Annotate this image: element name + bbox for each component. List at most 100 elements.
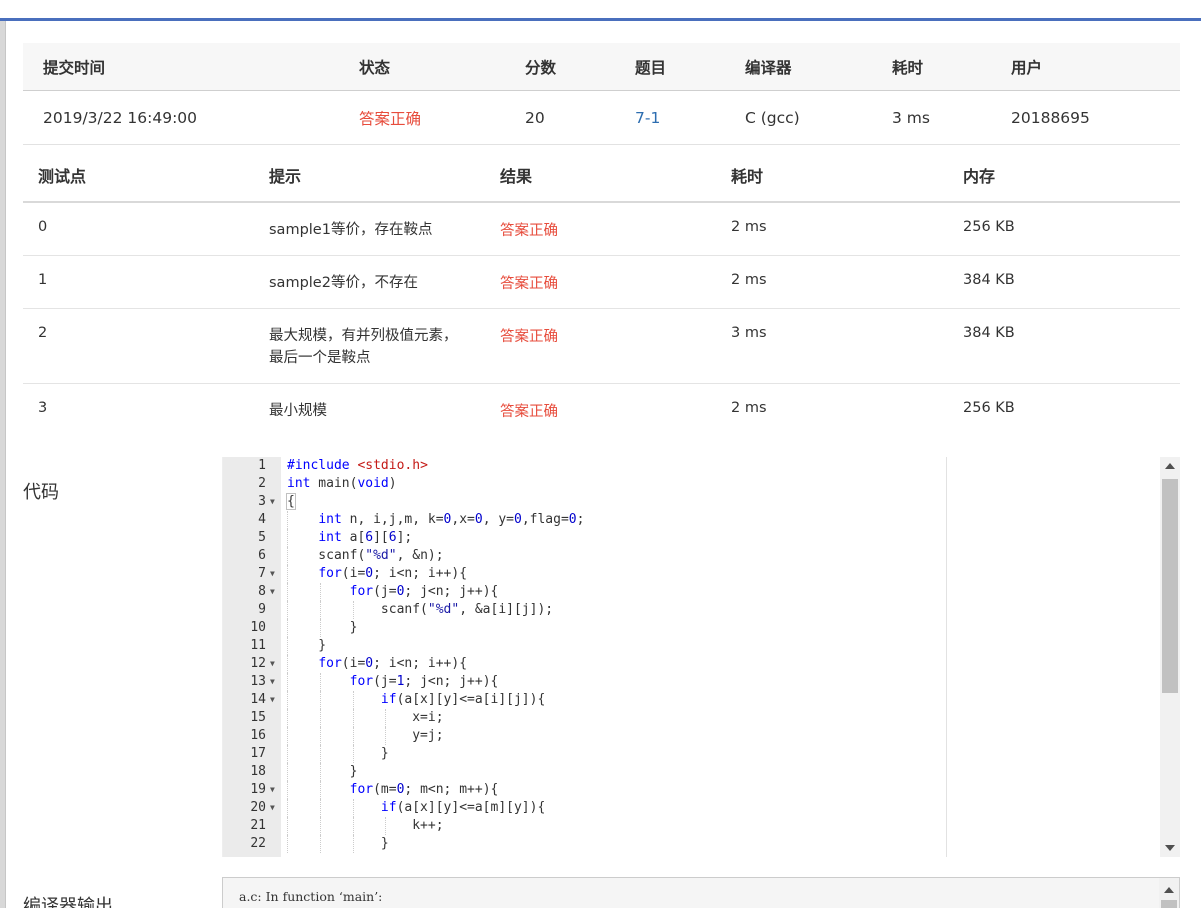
test-result: 答案正确 bbox=[500, 404, 558, 420]
table-row: 0 sample1等价，存在鞍点 答案正确 2 ms 256 KB bbox=[23, 203, 1180, 256]
code-line: 2 int main(void) bbox=[223, 475, 1163, 493]
compiler-output-box[interactable]: a.c: In function ‘main’: bbox=[222, 877, 1180, 908]
code-text: if(a[x][y]<=a[i][j]){ bbox=[380, 692, 546, 707]
fold-arrow-icon[interactable]: ▼ bbox=[270, 673, 275, 691]
compiler-output-label: 编译器输出 bbox=[23, 896, 113, 908]
fold-arrow-icon[interactable]: ▼ bbox=[270, 691, 275, 709]
indent-guide bbox=[319, 763, 321, 781]
fold-arrow-icon[interactable]: ▼ bbox=[270, 655, 275, 673]
code-line: 20 ▼ if(a[x][y]<=a[m][y]){ bbox=[223, 799, 1163, 817]
scroll-up-icon[interactable] bbox=[1164, 887, 1174, 893]
duration-value: 3 ms bbox=[892, 108, 930, 127]
editor-scrollbar[interactable] bbox=[1160, 457, 1180, 857]
fold-arrow-icon[interactable]: ▼ bbox=[270, 583, 275, 601]
code-line: 18 } bbox=[223, 763, 1163, 781]
compiler-value: C (gcc) bbox=[745, 108, 800, 127]
code-line: 8 ▼ for(j=0; j<n; j++){ bbox=[223, 583, 1163, 601]
code-text: } bbox=[287, 746, 389, 761]
indent-guide bbox=[319, 673, 321, 691]
code-text: int main(void) bbox=[287, 476, 397, 491]
line-number: 21 bbox=[250, 818, 266, 833]
indent-guide bbox=[385, 817, 387, 835]
code-line: 22 } bbox=[223, 835, 1163, 853]
test-cases-table: 测试点 提示 结果 耗时 内存 0 sample1等价，存在鞍点 答案正确 2 … bbox=[23, 148, 1180, 437]
code-line: 3 ▼ { bbox=[223, 493, 1163, 511]
code-text: { bbox=[286, 493, 296, 510]
user-value: 20188695 bbox=[1011, 108, 1090, 127]
fold-arrow-icon[interactable]: ▼ bbox=[270, 493, 275, 511]
indent-guide bbox=[287, 619, 288, 637]
code-section-label: 代码 bbox=[23, 482, 59, 503]
indent-guide bbox=[319, 745, 321, 763]
fold-arrow-icon[interactable]: ▼ bbox=[270, 781, 275, 799]
table-row: 3 最小规模 答案正确 2 ms 256 KB bbox=[23, 384, 1180, 437]
problem-link[interactable]: 7-1 bbox=[635, 91, 660, 144]
code-line: 14 ▼ if(a[x][y]<=a[i][j]){ bbox=[223, 691, 1163, 709]
indent-guide bbox=[287, 691, 288, 709]
indent-guide bbox=[287, 781, 288, 799]
indent-guide bbox=[287, 511, 288, 529]
code-line: 15 x=i; bbox=[223, 709, 1163, 727]
submission-table: 提交时间 状态 分数 题目 编译器 耗时 用户 2019/3/22 16:49:… bbox=[23, 43, 1180, 145]
line-number: 15 bbox=[250, 710, 266, 725]
indent-guide bbox=[319, 583, 321, 601]
col-submit-time: 提交时间 bbox=[43, 58, 106, 77]
fold-arrow-icon[interactable]: ▼ bbox=[270, 565, 275, 583]
code-line: 17 } bbox=[223, 745, 1163, 763]
col-test-time: 耗时 bbox=[731, 166, 764, 186]
indent-guide bbox=[287, 601, 288, 619]
code-line: 7 ▼ for(i=0; i<n; i++){ bbox=[223, 565, 1163, 583]
indent-guide bbox=[385, 709, 387, 727]
code-line: 19 ▼ for(m=0; m<n; m++){ bbox=[223, 781, 1163, 799]
code-text: for(j=0; j<n; j++){ bbox=[349, 584, 499, 599]
code-editor[interactable]: 1 #include <stdio.h> 2 int main(void) 3 ▼ {4 i… bbox=[222, 457, 1180, 857]
code-text: x=i; bbox=[287, 710, 444, 725]
scroll-down-icon[interactable] bbox=[1165, 845, 1175, 851]
code-text: for(i=0; i<n; i++){ bbox=[318, 566, 468, 581]
code-text: scanf("%d", &a[i][j]); bbox=[287, 602, 554, 617]
indent-guide bbox=[287, 637, 288, 655]
scroll-up-icon[interactable] bbox=[1165, 463, 1175, 469]
submit-time: 2019/3/22 16:49:00 bbox=[43, 108, 198, 127]
table-row: 1 sample2等价，不存在 答案正确 2 ms 384 KB bbox=[23, 256, 1180, 309]
line-number: 19 bbox=[250, 782, 266, 797]
scroll-thumb[interactable] bbox=[1161, 900, 1177, 908]
scroll-thumb[interactable] bbox=[1162, 479, 1178, 693]
code-line: 12 ▼ for(i=0; i<n; i++){ bbox=[223, 655, 1163, 673]
code-text: int a[6][6]; bbox=[318, 530, 413, 545]
indent-guide bbox=[287, 763, 288, 781]
line-number: 3 bbox=[258, 494, 266, 509]
indent-guide bbox=[352, 835, 354, 853]
code-text: for(m=0; m<n; m++){ bbox=[349, 782, 499, 797]
code-text: } bbox=[287, 638, 327, 653]
line-number: 18 bbox=[250, 764, 266, 779]
code-line: 9 scanf("%d", &a[i][j]); bbox=[223, 601, 1163, 619]
indent-guide bbox=[287, 709, 288, 727]
score-value: 20 bbox=[525, 108, 545, 127]
code-line: 6 scanf("%d", &n); bbox=[223, 547, 1163, 565]
code-text: int n, i,j,m, k=0,x=0, y=0,flag=0; bbox=[318, 512, 585, 527]
indent-guide bbox=[319, 691, 321, 709]
test-id: 3 bbox=[38, 400, 48, 416]
indent-guide bbox=[287, 817, 288, 835]
col-memory: 内存 bbox=[963, 166, 996, 186]
code-text: } bbox=[287, 836, 389, 851]
submission-row: 2019/3/22 16:49:00 答案正确 20 7-1 C (gcc) 3… bbox=[23, 91, 1180, 145]
indent-guide bbox=[319, 799, 321, 817]
fold-arrow-icon[interactable]: ▼ bbox=[270, 799, 275, 817]
code-text: for(i=0; i<n; i++){ bbox=[318, 656, 468, 671]
code-text: if(a[x][y]<=a[m][y]){ bbox=[380, 800, 546, 815]
line-number: 2 bbox=[258, 476, 266, 491]
indent-guide bbox=[352, 799, 354, 817]
code-line: 16 y=j; bbox=[223, 727, 1163, 745]
indent-guide bbox=[319, 835, 321, 853]
indent-guide bbox=[287, 727, 288, 745]
output-scrollbar[interactable] bbox=[1159, 878, 1179, 908]
code-line: 1 #include <stdio.h> bbox=[223, 457, 1163, 475]
test-memory: 256 KB bbox=[963, 400, 1015, 416]
col-duration: 耗时 bbox=[892, 58, 924, 77]
indent-guide bbox=[385, 727, 387, 745]
line-number: 16 bbox=[250, 728, 266, 743]
line-number: 7 bbox=[258, 566, 266, 581]
col-compiler: 编译器 bbox=[745, 58, 792, 77]
